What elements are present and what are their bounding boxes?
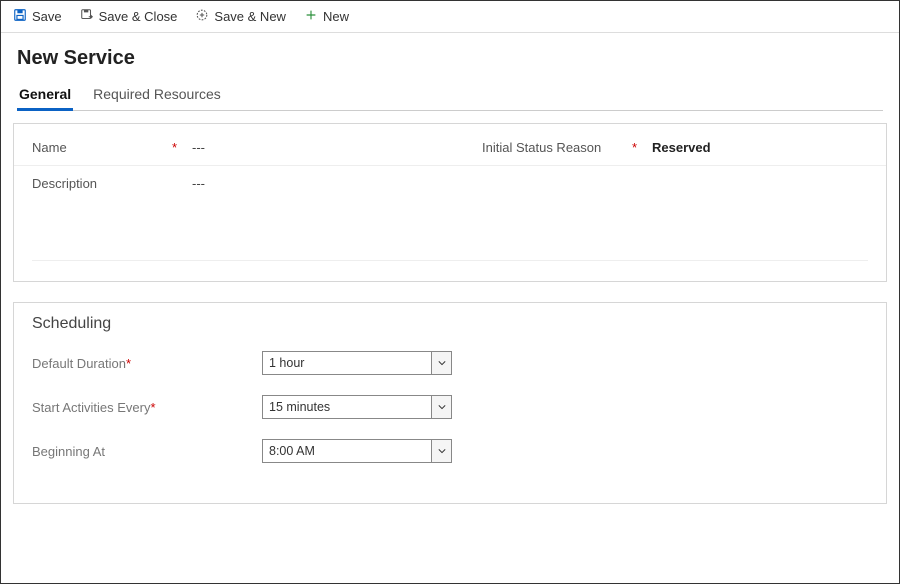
initial-status-label: Initial Status Reason [482,140,632,155]
name-value[interactable]: --- [192,140,205,155]
beginning-at-value: 8:00 AM [263,444,431,458]
general-panel: Name * --- Initial Status Reason * Reser… [13,123,887,282]
default-duration-label: Default Duration* [32,356,262,371]
row-description: Description * --- [14,166,886,201]
save-button[interactable]: Save [13,8,62,25]
row-beginning-at: Beginning At 8:00 AM [32,439,868,463]
tab-general[interactable]: General [17,80,73,110]
default-duration-value: 1 hour [263,356,431,370]
save-close-button[interactable]: Save & Close [80,8,178,25]
chevron-down-icon[interactable] [431,440,451,462]
row-start-activities-every: Start Activities Every* 15 minutes [32,395,868,419]
header: New Service General Required Resources [1,33,899,111]
save-close-icon [80,8,94,25]
new-label: New [323,9,349,24]
description-value[interactable]: --- [192,176,205,191]
default-duration-label-text: Default Duration [32,356,126,371]
row-default-duration: Default Duration* 1 hour [32,351,868,375]
beginning-at-select[interactable]: 8:00 AM [262,439,452,463]
start-activities-value: 15 minutes [263,400,431,414]
save-new-icon [195,8,209,25]
beginning-at-label-text: Beginning At [32,444,105,459]
plus-icon [304,8,318,25]
required-mark: * [126,356,131,371]
page-title: New Service [17,47,883,70]
required-mark: * [172,140,180,155]
initial-status-value[interactable]: Reserved [652,140,711,155]
tab-required-resources[interactable]: Required Resources [91,80,223,110]
panel-spacer [32,201,868,261]
form-body: Name * --- Initial Status Reason * Reser… [1,111,899,516]
chevron-down-icon[interactable] [431,396,451,418]
tabs: General Required Resources [17,80,883,111]
start-activities-label-text: Start Activities Every [32,400,150,415]
tab-general-label: General [19,86,71,102]
new-button[interactable]: New [304,8,349,25]
description-label: Description [32,176,172,191]
required-mark: * [632,140,640,155]
name-label: Name [32,140,172,155]
save-close-label: Save & Close [99,9,178,24]
toolbar: Save Save & Close Save & New New [1,1,899,33]
scheduling-panel: Scheduling Default Duration* 1 hour Star… [13,302,887,504]
save-label: Save [32,9,62,24]
start-activities-select[interactable]: 15 minutes [262,395,452,419]
scheduling-title: Scheduling [32,315,868,333]
default-duration-select[interactable]: 1 hour [262,351,452,375]
save-icon [13,8,27,25]
row-name-status: Name * --- Initial Status Reason * Reser… [14,130,886,166]
required-mark: * [150,400,155,415]
start-activities-label: Start Activities Every* [32,400,262,415]
tab-required-resources-label: Required Resources [93,86,221,102]
save-new-button[interactable]: Save & New [195,8,286,25]
beginning-at-label: Beginning At [32,444,262,459]
chevron-down-icon[interactable] [431,352,451,374]
save-new-label: Save & New [214,9,286,24]
